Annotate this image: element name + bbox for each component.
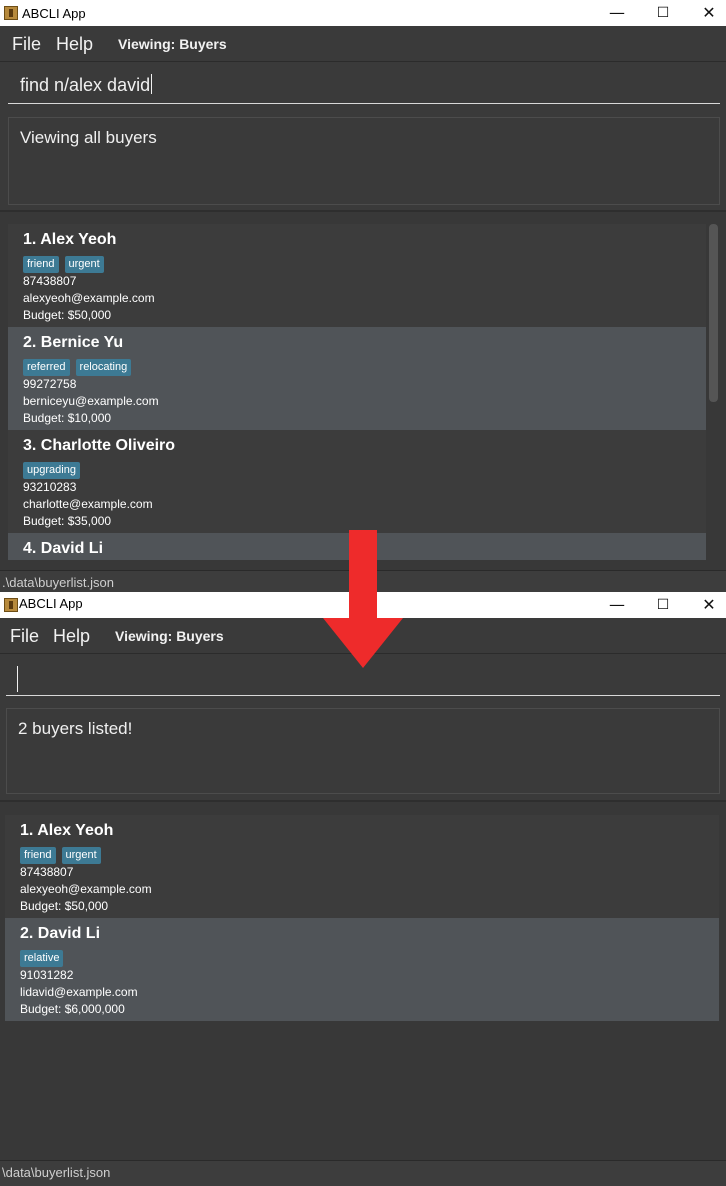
app-window-after: ABCLI App — ☐ ✕ File Help Viewing: Buyer… <box>0 592 726 1186</box>
buyer-email: alexyeoh@example.com <box>23 291 155 305</box>
menu-help[interactable]: Help <box>56 34 93 55</box>
buyer-email: alexyeoh@example.com <box>20 882 152 896</box>
arrow-head <box>323 618 403 668</box>
result-display: 2 buyers listed! <box>6 708 720 794</box>
buyer-name: 1. Alex Yeoh <box>20 822 114 839</box>
title-bar: ABCLI App — ☐ ✕ <box>0 0 726 26</box>
text-caret <box>151 74 153 94</box>
buyer-card[interactable]: 1. Alex Yeoh friend urgent 87438807 alexy… <box>5 815 719 918</box>
arrow-down-icon <box>323 530 403 668</box>
buyer-card[interactable]: 2. David Li relative 91031282 lidavid@ex… <box>5 918 719 1021</box>
arrow-shaft <box>349 530 377 620</box>
buyer-card[interactable]: 3. Charlotte Oliveiro upgrading 93210283… <box>8 430 706 533</box>
result-display: Viewing all buyers <box>8 117 720 205</box>
buyer-budget: Budget: $10,000 <box>23 411 112 425</box>
close-button[interactable]: ✕ <box>686 0 726 26</box>
buyer-phone: 87438807 <box>23 274 77 288</box>
buyer-list[interactable]: 1. Alex Yeoh friend urgent 87438807 alexy… <box>0 210 726 570</box>
minimize-button[interactable]: — <box>594 0 640 26</box>
tag: upgrading <box>23 462 80 479</box>
tag-list: friend urgent <box>23 254 110 273</box>
buyer-card[interactable]: 2. Bernice Yu referred relocating 9927275… <box>8 327 706 430</box>
buyer-name: 1. Alex Yeoh <box>23 231 117 248</box>
buyer-name: 2. David Li <box>20 925 101 942</box>
app-icon <box>4 598 18 612</box>
buyer-budget: Budget: $6,000,000 <box>20 1002 125 1016</box>
tag: friend <box>23 256 59 273</box>
buyer-phone: 93210283 <box>23 480 77 494</box>
result-message: 2 buyers listed! <box>18 719 133 738</box>
maximize-button[interactable]: ☐ <box>640 592 686 618</box>
tag: relative <box>20 950 64 967</box>
window-title: ABCLI App <box>22 6 86 21</box>
maximize-button[interactable]: ☐ <box>640 0 686 26</box>
tag: relocating <box>75 359 132 376</box>
tag-list: referred relocating <box>23 357 137 376</box>
buyer-phone: 99272758 <box>23 377 77 391</box>
tag-list: friend urgent <box>20 845 107 864</box>
close-button[interactable]: ✕ <box>686 592 726 618</box>
buyer-card[interactable]: 1. Alex Yeoh friend urgent 87438807 alexy… <box>8 224 706 327</box>
text-caret <box>17 666 18 692</box>
buyer-budget: Budget: $50,000 <box>23 308 112 322</box>
buyer-email: lidavid@example.com <box>20 985 138 999</box>
tag: referred <box>23 359 70 376</box>
buyer-name: 2. Bernice Yu <box>23 334 124 351</box>
menu-help[interactable]: Help <box>53 626 90 647</box>
storage-path: .\data\buyerlist.json <box>2 575 115 590</box>
tag: urgent <box>64 256 104 273</box>
app-window-before: ABCLI App — ☐ ✕ File Help Viewing: Buyer… <box>0 0 726 592</box>
buyer-list[interactable]: 1. Alex Yeoh friend urgent 87438807 alexy… <box>0 800 726 1160</box>
command-text: find n/alex david <box>20 75 151 95</box>
buyer-budget: Budget: $50,000 <box>20 899 109 913</box>
buyer-budget: Budget: $35,000 <box>23 514 112 528</box>
buyer-name: 3. Charlotte Oliveiro <box>23 437 176 454</box>
menu-file[interactable]: File <box>10 626 39 647</box>
buyer-phone: 91031282 <box>20 968 74 982</box>
tag: friend <box>20 847 56 864</box>
viewing-label: Viewing: Buyers <box>118 36 227 52</box>
viewing-label: Viewing: Buyers <box>115 628 224 644</box>
buyer-email: berniceyu@example.com <box>23 394 159 408</box>
tag-list: upgrading <box>23 460 86 479</box>
scrollbar-thumb[interactable] <box>709 224 718 402</box>
storage-path: \data\buyerlist.json <box>2 1165 111 1180</box>
app-icon <box>4 6 18 20</box>
menu-file[interactable]: File <box>12 34 41 55</box>
tag: urgent <box>61 847 101 864</box>
command-input[interactable]: find n/alex david <box>8 66 720 104</box>
buyer-phone: 87438807 <box>20 865 74 879</box>
buyer-name: 4. David Li <box>23 540 104 557</box>
tag-list: relative <box>20 948 69 967</box>
menu-bar: File Help Viewing: Buyers <box>0 26 726 62</box>
buyer-email: charlotte@example.com <box>23 497 153 511</box>
result-message: Viewing all buyers <box>20 128 157 147</box>
window-title: ABCLI App <box>19 596 83 611</box>
minimize-button[interactable]: — <box>594 592 640 618</box>
status-bar: \data\buyerlist.json <box>0 1160 726 1186</box>
